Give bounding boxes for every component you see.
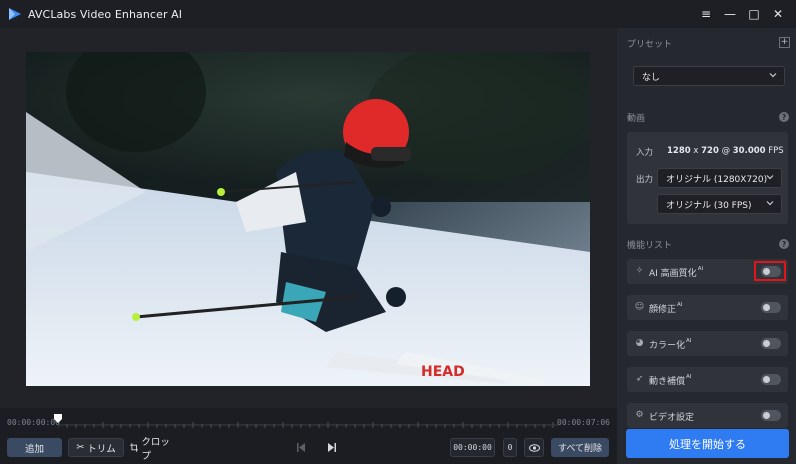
video-preview[interactable]: HEAD xyxy=(26,52,590,386)
window-controls: ≡ — □ ✕ xyxy=(694,0,790,28)
features-section-label: 機能リスト xyxy=(627,241,673,251)
timeline-end-time: 00:00:07:06 xyxy=(557,418,610,427)
preset-value: なし xyxy=(642,72,661,83)
output-fps-value: オリジナル (30 FPS) xyxy=(666,200,752,211)
output-resolution-select[interactable]: オリジナル (1280X720) xyxy=(657,168,782,188)
feature-label: 顔修正AI xyxy=(649,302,683,315)
feature-label: AI 高画質化AI xyxy=(649,266,704,279)
input-x: x xyxy=(693,146,699,156)
input-width: 1280 xyxy=(667,146,691,156)
app-title: AVCLabs Video Enhancer AI xyxy=(28,7,183,21)
video-card: 入力 1280 x 720 @ 30.000 FPS 出力 オリジナル (128… xyxy=(627,132,788,224)
feature-face-enhance: ☺ 顔修正AI xyxy=(627,295,788,320)
bottom-toolbar: 追加 ✂ トリム クロップ 00:00:00 0 すべて削除 xyxy=(0,434,617,464)
crop-label: クロップ xyxy=(141,436,170,462)
trim-label: トリム xyxy=(87,443,116,455)
video-frame-image: HEAD xyxy=(26,52,590,386)
add-button[interactable]: 追加 xyxy=(7,438,62,457)
video-settings-toggle[interactable] xyxy=(761,410,781,421)
close-icon[interactable]: ✕ xyxy=(766,2,790,26)
app-logo-icon xyxy=(9,8,21,20)
video-help-icon[interactable]: ? xyxy=(779,112,789,122)
features-help-icon[interactable]: ? xyxy=(779,239,789,249)
add-preset-icon[interactable]: + xyxy=(779,37,790,48)
sparkle-icon: ✧ xyxy=(635,266,644,276)
menu-icon[interactable]: ≡ xyxy=(694,2,718,26)
scissors-icon: ✂ xyxy=(76,442,85,453)
input-info: 1280 x 720 @ 30.000 FPS xyxy=(667,146,784,156)
playhead-handle[interactable] xyxy=(54,414,62,424)
chevron-down-icon xyxy=(766,201,774,206)
feature-label: カラー化AI xyxy=(649,338,692,351)
settings-panel: プリセット + なし 動画 ? 入力 1280 x 720 @ 30.000 F… xyxy=(617,28,796,464)
clear-all-button[interactable]: すべて削除 xyxy=(551,438,609,457)
crop-icon xyxy=(130,443,139,452)
time-input[interactable]: 00:00:00 xyxy=(450,438,495,457)
colorize-toggle[interactable] xyxy=(761,338,781,349)
chevron-down-icon xyxy=(769,73,777,78)
title-bar: AVCLabs Video Enhancer AI ≡ — □ ✕ xyxy=(0,0,796,28)
output-label: 出力 xyxy=(636,175,654,185)
output-resolution-value: オリジナル (1280X720) xyxy=(666,174,768,185)
minimize-icon[interactable]: — xyxy=(718,2,742,26)
preset-select[interactable]: なし xyxy=(633,66,785,86)
feature-ai-upscale: ✧ AI 高画質化AI xyxy=(627,259,788,284)
feature-video-settings: ⚙ ビデオ設定 xyxy=(627,403,788,428)
input-fps: 30.000 xyxy=(732,146,766,156)
feature-colorize: ◕ カラー化AI xyxy=(627,331,788,356)
previous-frame-icon[interactable] xyxy=(297,443,305,452)
input-label: 入力 xyxy=(636,148,654,158)
input-fps-unit: FPS xyxy=(768,146,784,156)
next-frame-icon[interactable] xyxy=(328,443,336,452)
timeline-start-time: 00:00:00:00 xyxy=(7,418,60,427)
maximize-icon[interactable]: □ xyxy=(742,2,766,26)
trim-button[interactable]: ✂ トリム xyxy=(68,438,124,457)
highlight-box xyxy=(754,261,786,281)
feature-label: 動き補償AI xyxy=(649,374,692,387)
motion-compensation-toggle[interactable] xyxy=(761,374,781,385)
timeline[interactable]: 00:00:00:00 00:00:07:06 xyxy=(0,408,617,434)
motion-icon: ➶ xyxy=(635,374,644,384)
feature-label: ビデオ設定 xyxy=(649,413,695,423)
gear-icon: ⚙ xyxy=(635,410,644,420)
crop-button[interactable]: クロップ xyxy=(130,437,177,462)
start-processing-button[interactable]: 処理を開始する xyxy=(626,429,789,458)
eye-icon xyxy=(528,443,540,452)
preview-area: HEAD xyxy=(0,28,617,408)
preset-label: プリセット xyxy=(627,40,673,50)
face-enhance-toggle[interactable] xyxy=(761,302,781,313)
preview-toggle-button[interactable] xyxy=(524,438,544,457)
chevron-down-icon xyxy=(766,175,774,180)
timeline-track[interactable] xyxy=(58,422,559,428)
face-icon: ☺ xyxy=(634,302,645,312)
svg-text:HEAD: HEAD xyxy=(421,364,465,380)
video-section-label: 動画 xyxy=(627,114,646,124)
output-fps-select[interactable]: オリジナル (30 FPS) xyxy=(657,194,782,214)
frame-input[interactable]: 0 xyxy=(503,438,517,457)
input-at: @ xyxy=(721,146,731,156)
input-height: 720 xyxy=(701,146,719,156)
palette-icon: ◕ xyxy=(635,338,644,348)
feature-motion-compensation: ➶ 動き補償AI xyxy=(627,367,788,392)
